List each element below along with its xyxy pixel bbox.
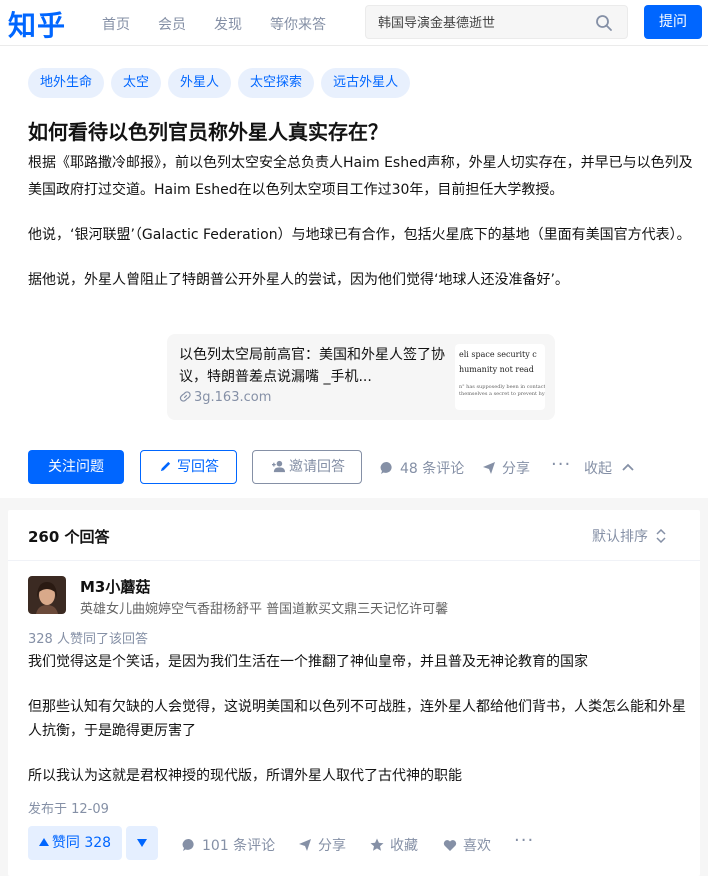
follow-question-button[interactable]: 关注问题 — [28, 450, 124, 484]
answer-comment-count: 101 条评论 — [202, 838, 276, 854]
sort-label: 默认排序 — [592, 529, 648, 545]
share-icon — [483, 462, 495, 474]
star-icon — [370, 838, 384, 851]
collapse-button[interactable]: 收起 — [584, 458, 640, 478]
nav-home[interactable]: 首页 — [102, 14, 130, 34]
nav-explore[interactable]: 发现 — [214, 14, 242, 34]
more-icon[interactable]: ··· — [514, 830, 534, 851]
question-title: 如何看待以色列官员称外星人真实存在？ — [28, 120, 388, 144]
topic-tag[interactable]: 远古外星人 — [321, 68, 411, 98]
author-bio: 英雄女儿曲婉婷空气香甜杨舒平 普国道歉买文鼎三天记忆许可馨 — [80, 602, 449, 617]
share-label: 分享 — [502, 461, 530, 477]
search-input[interactable] — [378, 14, 588, 29]
share-icon — [299, 839, 311, 851]
nav-vip[interactable]: 会员 — [158, 14, 186, 34]
link-card-title: 以色列太空局前高官：美国和外星人签了协议，特朗普差点说漏嘴 _手机... — [179, 347, 445, 385]
answers-card: 260 个回答 默认排序 M3小蘑菇 英雄女儿曲婉婷空气香甜杨舒平 普国道歉买文… — [8, 510, 700, 876]
answer-share-button[interactable]: 分享 — [298, 835, 346, 855]
question-actions: 关注问题 写回答 邀请回答 48 条评论 分享 ··· 收起 — [28, 450, 698, 484]
link-card[interactable]: 以色列太空局前高官：美国和外星人签了协议，特朗普差点说漏嘴 _手机... 3g.… — [167, 334, 555, 420]
topic-tags: 地外生命 太空 外星人 太空探索 远古外星人 — [28, 68, 417, 98]
upvote-label: 赞同 328 — [51, 835, 112, 851]
thumb-text: humanity not read — [459, 365, 534, 374]
chevron-up-icon — [622, 463, 634, 471]
author-name[interactable]: M3小蘑菇 — [80, 576, 150, 597]
invite-answer-label: 邀请回答 — [289, 459, 345, 475]
ask-question-button[interactable]: 提问 — [644, 5, 702, 39]
nav-waiting[interactable]: 等你来答 — [270, 14, 326, 34]
link-icon — [179, 391, 191, 402]
answer-share-label: 分享 — [318, 838, 346, 854]
more-icon[interactable]: ··· — [551, 454, 571, 475]
collect-label: 收藏 — [390, 838, 418, 854]
link-card-thumbnail: eli space security c humanity not read n… — [455, 344, 545, 410]
comment-icon — [182, 838, 194, 851]
avatar[interactable] — [28, 576, 66, 614]
comment-icon — [380, 461, 392, 474]
write-answer-label: 写回答 — [177, 459, 219, 475]
thumb-text: eli space security c — [459, 350, 537, 359]
answer-paragraph: 所以我认为这就是君权神授的现代版，所谓外星人取代了古代神的职能 — [28, 768, 462, 784]
topic-tag[interactable]: 太空 — [111, 68, 162, 98]
search-icon[interactable] — [595, 14, 613, 32]
link-card-url: 3g.163.com — [179, 390, 271, 405]
collect-button[interactable]: 收藏 — [370, 835, 418, 855]
top-navbar: 知乎 首页 会员 发现 等你来答 提问 — [0, 0, 708, 46]
write-answer-button[interactable]: 写回答 — [140, 450, 237, 484]
answer-paragraph: 我们觉得这是个笑话，是因为我们生活在一个推翻了神仙皇帝，并且普及无神论教育的国家 — [28, 654, 588, 670]
question-paragraph: 据他说，外星人曾阻止了特朗普公开外星人的尝试，因为他们觉得‘地球人还没准备好’。 — [28, 272, 569, 288]
topic-tag[interactable]: 地外生命 — [28, 68, 105, 98]
thumb-text: n" has supposedly been in contact wi the… — [459, 384, 545, 397]
question-comments-button[interactable]: 48 条评论 — [380, 458, 464, 478]
divider — [8, 560, 700, 561]
question-card: 地外生命 太空 外星人 太空探索 远古外星人 如何看待以色列官员称外星人真实存在… — [0, 46, 708, 498]
answer-date[interactable]: 发布于 12-09 — [28, 798, 109, 817]
question-share-button[interactable]: 分享 — [482, 458, 530, 478]
vote-summary: 328 人赞同了该回答 — [28, 632, 148, 647]
question-detail: 根据《耶路撒冷邮报》，前以色列太空安全总负责人Haim Eshed声称，外星人切… — [28, 150, 694, 312]
answer-content: 我们觉得这是个笑话，是因为我们生活在一个推翻了神仙皇帝，并且普及无神论教育的国家… — [28, 650, 688, 809]
zhihu-logo[interactable]: 知乎 — [8, 4, 66, 44]
answer-comments-button[interactable]: 101 条评论 — [182, 835, 275, 855]
downvote-button[interactable] — [126, 826, 158, 860]
heart-icon — [443, 839, 457, 851]
question-paragraph: 根据《耶路撒冷邮报》，前以色列太空安全总负责人Haim Eshed声称，外星人切… — [28, 155, 693, 198]
answer-count: 260 个回答 — [28, 528, 110, 546]
like-label: 喜欢 — [463, 838, 491, 854]
arrow-up-icon — [38, 838, 49, 846]
answer-paragraph: 但那些认知有欠缺的人会觉得，这说明美国和以色列不可战胜，连外星人都给他们背书，人… — [28, 699, 686, 739]
comment-count: 48 条评论 — [400, 461, 465, 477]
upvote-button[interactable]: 赞同 328 — [28, 826, 122, 860]
topic-tag[interactable]: 外星人 — [168, 68, 232, 98]
sort-dropdown[interactable]: 默认排序 — [592, 526, 666, 546]
like-button[interactable]: 喜欢 — [443, 835, 491, 855]
link-card-url-text: 3g.163.com — [194, 390, 272, 405]
invite-answer-button[interactable]: 邀请回答 — [252, 450, 362, 484]
pencil-icon — [160, 461, 171, 472]
topic-tag[interactable]: 太空探索 — [238, 68, 315, 98]
question-paragraph: 他说，‘银河联盟’（Galactic Federation）与地球已有合作，包括… — [28, 227, 691, 243]
add-user-icon — [272, 460, 285, 473]
main-nav: 首页 会员 发现 等你来答 — [102, 14, 354, 34]
arrow-down-icon — [137, 839, 147, 847]
collapse-label: 收起 — [584, 461, 612, 477]
search-box — [365, 5, 628, 39]
sort-arrows-icon — [656, 529, 666, 543]
